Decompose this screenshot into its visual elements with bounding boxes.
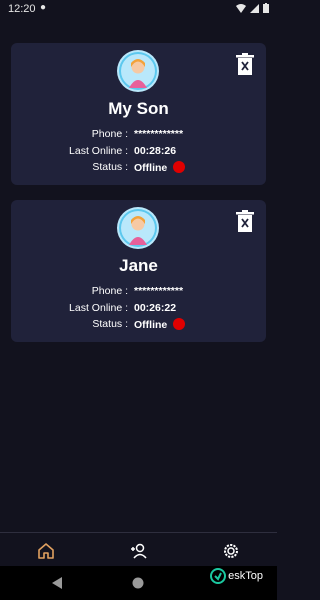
home-circle-icon[interactable] (132, 577, 144, 589)
avatar (117, 50, 159, 92)
home-icon[interactable] (37, 542, 55, 560)
phone-label: Phone : (91, 285, 128, 297)
phone-value: ************ (134, 128, 184, 140)
bottom-nav (0, 532, 277, 567)
mic-icon: ● (40, 2, 47, 13)
status-bar: 12:20 ● (0, 0, 277, 18)
last-online-value: 00:28:26 (134, 145, 177, 157)
phone-value: ************ (134, 285, 184, 297)
settings-icon[interactable] (222, 542, 240, 560)
battery-icon (263, 3, 269, 13)
status-indicator (173, 318, 186, 330)
status-time: 12:20 (8, 3, 36, 15)
contact-card[interactable]: My Son Phone : ************ Last Online … (11, 43, 266, 185)
status-label: Status : (92, 161, 128, 173)
status-value: Offline (134, 161, 186, 174)
wifi-icon (236, 3, 246, 13)
contact-card[interactable]: Jane Phone : ************ Last Online : … (11, 200, 266, 342)
watermark: eskTop (210, 568, 263, 584)
contact-name: My Son (108, 99, 169, 118)
contact-name: Jane (119, 256, 158, 275)
status-text: Offline (134, 162, 168, 174)
avatar (117, 207, 159, 249)
phone-label: Phone : (91, 128, 128, 140)
watermark-text: eskTop (228, 570, 263, 582)
status-value: Offline (134, 318, 186, 331)
status-label: Status : (92, 318, 128, 330)
signal-icon (250, 3, 259, 13)
back-icon[interactable] (52, 577, 63, 589)
status-text: Offline (134, 319, 168, 331)
delete-icon[interactable] (236, 210, 254, 232)
delete-icon[interactable] (236, 53, 254, 75)
last-online-label: Last Online : (69, 302, 128, 314)
last-online-label: Last Online : (69, 145, 128, 157)
status-icons (236, 3, 269, 13)
status-indicator (173, 161, 186, 173)
watermark-logo-icon (210, 568, 227, 584)
last-online-value: 00:26:22 (134, 302, 177, 314)
add-person-icon[interactable] (130, 542, 148, 560)
